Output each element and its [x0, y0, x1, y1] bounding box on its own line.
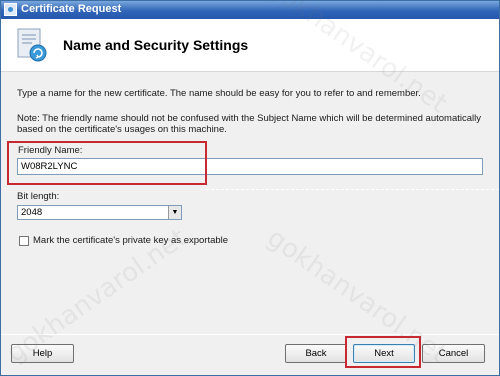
bit-length-dropdown[interactable]: 2048 ▼ [17, 205, 182, 220]
wizard-footer: Help Back Next Cancel [1, 334, 499, 375]
exportable-label[interactable]: Mark the certificate's private key as ex… [33, 235, 228, 246]
page-title: Name and Security Settings [63, 37, 249, 53]
chevron-down-icon[interactable]: ▼ [168, 206, 181, 219]
friendly-name-label: Friendly Name: [18, 145, 83, 156]
help-button[interactable]: Help [11, 344, 74, 363]
certificate-icon [4, 3, 17, 16]
bit-length-label: Bit length: [17, 191, 60, 202]
wizard-header: Name and Security Settings [1, 19, 499, 72]
friendly-name-input[interactable]: W08R2LYNC [17, 158, 483, 175]
title-bar[interactable]: Certificate Request [1, 1, 499, 19]
note-text-line1: Note: The friendly name should not be co… [17, 113, 481, 124]
divider [206, 189, 499, 190]
exportable-checkbox[interactable] [19, 236, 29, 246]
note-text-line2: based on the certificate's usages on thi… [17, 124, 227, 135]
wizard-content: Type a name for the new certificate. The… [1, 72, 499, 334]
bit-length-value: 2048 [21, 207, 43, 218]
cancel-button[interactable]: Cancel [422, 344, 485, 363]
certificate-refresh-icon [17, 28, 47, 62]
back-button[interactable]: Back [285, 344, 347, 363]
intro-text: Type a name for the new certificate. The… [17, 88, 421, 99]
next-button[interactable]: Next [353, 344, 415, 363]
window-title: Certificate Request [21, 3, 122, 15]
certificate-request-dialog: Certificate Request Name and Security Se… [0, 0, 500, 376]
